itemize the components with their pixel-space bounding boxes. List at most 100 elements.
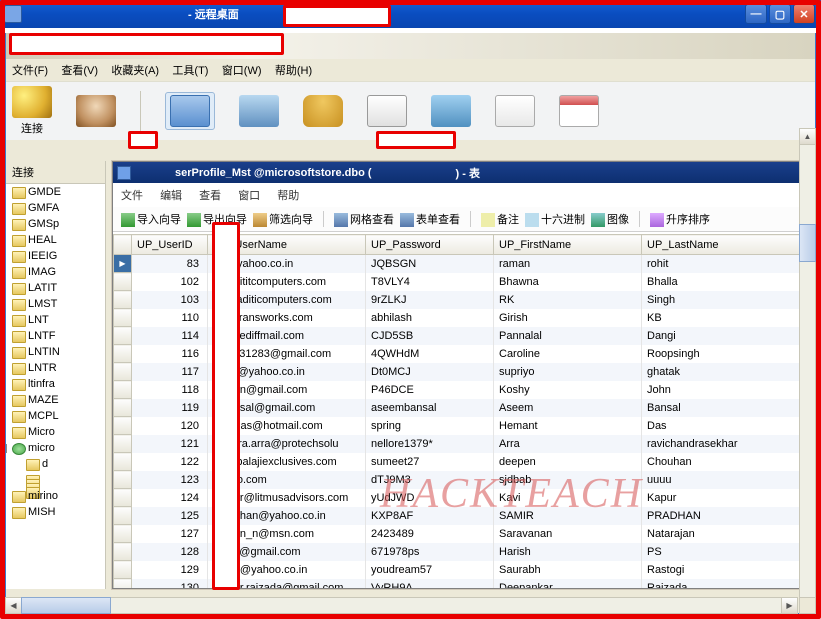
cell-firstname[interactable]: Arra (494, 435, 642, 453)
tree-item[interactable]: GMDE (6, 184, 105, 200)
cell-firstname[interactable]: deepen (494, 453, 642, 471)
cell-userid[interactable]: 103 (132, 291, 208, 309)
cell-lastname[interactable]: Natarajan (642, 525, 810, 543)
cell-lastname[interactable]: John (642, 381, 810, 399)
cell-userid[interactable]: 125 (132, 507, 208, 525)
cell-userid[interactable]: 110 (132, 309, 208, 327)
col-lastname[interactable]: UP_LastName (642, 235, 810, 255)
cell-firstname[interactable]: Kavi (494, 489, 642, 507)
cell-lastname[interactable]: uuuu (642, 471, 810, 489)
tree-item[interactable]: MAZE (6, 392, 105, 408)
cell-firstname[interactable]: Pannalal (494, 327, 642, 345)
tb-connect[interactable]: 连接 (12, 86, 52, 136)
row-header[interactable] (114, 399, 132, 417)
cell-userid[interactable]: 83 (132, 255, 208, 273)
cell-userid[interactable]: 117 (132, 363, 208, 381)
scroll-left-icon[interactable]: ◀ (5, 597, 22, 614)
row-header[interactable] (114, 381, 132, 399)
cell-firstname[interactable]: Saravanan (494, 525, 642, 543)
cell-userid[interactable]: 119 (132, 399, 208, 417)
row-header[interactable] (114, 471, 132, 489)
row-header[interactable] (114, 435, 132, 453)
row-header[interactable] (114, 327, 132, 345)
cell-lastname[interactable]: Bhalla (642, 273, 810, 291)
cell-password[interactable]: KXP8AF (366, 507, 494, 525)
cell-firstname[interactable]: Aseem (494, 399, 642, 417)
tmenu-edit[interactable]: 编辑 (160, 190, 182, 202)
row-header[interactable] (114, 309, 132, 327)
cell-userid[interactable]: 128 (132, 543, 208, 561)
tb-db[interactable] (303, 95, 343, 127)
menu-file[interactable]: 文件(F) (12, 65, 48, 77)
row-header[interactable] (114, 291, 132, 309)
tb-view[interactable] (239, 95, 279, 127)
row-header[interactable] (114, 363, 132, 381)
cell-userid[interactable]: 127 (132, 525, 208, 543)
cell-password[interactable]: yUdJWD (366, 489, 494, 507)
menu-view[interactable]: 查看(V) (61, 65, 98, 77)
tb-report[interactable] (367, 95, 407, 127)
cell-lastname[interactable]: ravichandrasekhar (642, 435, 810, 453)
close-button[interactable]: ✕ (793, 4, 815, 24)
row-header[interactable] (114, 453, 132, 471)
cell-firstname[interactable]: Girish (494, 309, 642, 327)
tb-hex[interactable]: 十六进制 (525, 211, 585, 227)
tree-item[interactable]: HEAL (6, 232, 105, 248)
col-rowhead[interactable] (114, 235, 132, 255)
tb-table[interactable] (165, 92, 215, 130)
scrollbar-vertical[interactable]: ▲ ▼ (799, 128, 816, 614)
cell-userid[interactable]: 120 (132, 417, 208, 435)
tb-user[interactable] (76, 95, 116, 127)
menu-tools[interactable]: 工具(T) (172, 65, 208, 77)
cell-userid[interactable]: 124 (132, 489, 208, 507)
tree-item[interactable]: GMSp (6, 216, 105, 232)
tree-item[interactable]: GMFA (6, 200, 105, 216)
cell-lastname[interactable]: Dangi (642, 327, 810, 345)
tmenu-help[interactable]: 帮助 (277, 190, 299, 202)
cell-firstname[interactable]: Caroline (494, 345, 642, 363)
cell-lastname[interactable]: PS (642, 543, 810, 561)
cell-firstname[interactable]: Deepankar (494, 579, 642, 589)
tree-item[interactable]: MCPL (6, 408, 105, 424)
cell-password[interactable]: spring (366, 417, 494, 435)
cell-userid[interactable]: 129 (132, 561, 208, 579)
tb-gridview[interactable]: 网格查看 (334, 211, 394, 227)
row-header[interactable] (114, 255, 132, 273)
tree-item[interactable]: Micro (6, 424, 105, 440)
tree-item[interactable]: d (6, 456, 105, 472)
cell-password[interactable]: T8VLY4 (366, 273, 494, 291)
cell-userid[interactable]: 102 (132, 273, 208, 291)
cell-lastname[interactable]: Bansal (642, 399, 810, 417)
cell-password[interactable]: youdream57 (366, 561, 494, 579)
tree-item[interactable]: LNT (6, 312, 105, 328)
tree-item[interactable]: MISH (6, 504, 105, 520)
tb-filter[interactable]: 筛选向导 (253, 211, 313, 227)
scroll-right-icon[interactable]: ▶ (781, 597, 798, 614)
cell-userid[interactable]: 122 (132, 453, 208, 471)
cell-lastname[interactable]: Kapur (642, 489, 810, 507)
cell-userid[interactable]: 123 (132, 471, 208, 489)
cell-password[interactable]: aseembansal (366, 399, 494, 417)
cell-password[interactable]: JQBSGN (366, 255, 494, 273)
col-firstname[interactable]: UP_FirstName (494, 235, 642, 255)
tmenu-file[interactable]: 文件 (121, 190, 143, 202)
cell-firstname[interactable]: Koshy (494, 381, 642, 399)
cell-lastname[interactable]: PRADHAN (642, 507, 810, 525)
cell-firstname[interactable]: supriyo (494, 363, 642, 381)
cell-password[interactable]: 9rZLKJ (366, 291, 494, 309)
cell-password[interactable]: abhilash (366, 309, 494, 327)
cell-userid[interactable]: 116 (132, 345, 208, 363)
cell-lastname[interactable]: rohit (642, 255, 810, 273)
cell-userid[interactable]: 118 (132, 381, 208, 399)
cell-password[interactable]: 4QWHdM (366, 345, 494, 363)
cell-lastname[interactable]: Singh (642, 291, 810, 309)
tree-item[interactable]: LMST (6, 296, 105, 312)
cell-password[interactable]: VyRH9A (366, 579, 494, 589)
tree-item[interactable]: IMAG (6, 264, 105, 280)
tree-item[interactable]: ltinfra (6, 376, 105, 392)
cell-password[interactable]: 2423489 (366, 525, 494, 543)
cell-password[interactable]: P46DCE (366, 381, 494, 399)
row-header[interactable] (114, 561, 132, 579)
tb-formview[interactable]: 表单查看 (400, 211, 460, 227)
row-header[interactable] (114, 507, 132, 525)
